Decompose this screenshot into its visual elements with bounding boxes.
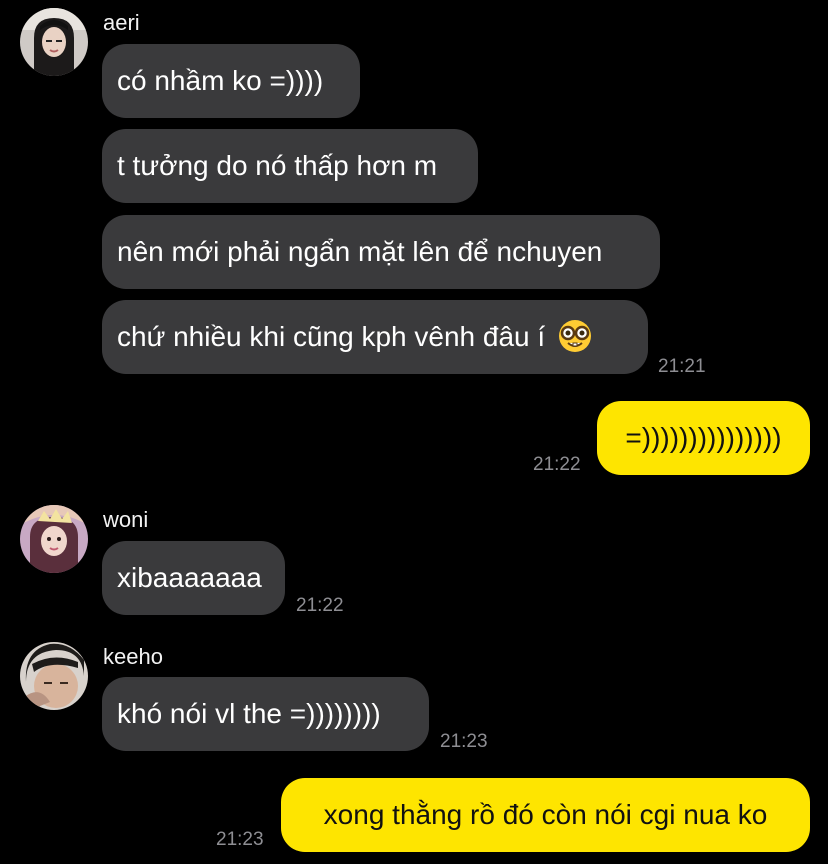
message-bubble[interactable]: xibaaaaaaa [102, 541, 285, 615]
message-text: =))))))))))))))) [625, 422, 782, 453]
outgoing-message-bubble[interactable]: xong thằng rồ đó còn nói cgi nua ko [281, 778, 810, 852]
sender-name-woni: woni [103, 507, 149, 532]
message-bubble[interactable]: nên mới phải ngẩn mặt lên để nchuyen [102, 215, 660, 289]
message-text: khó nói vl the =)))))))) [117, 698, 381, 729]
message-bubble[interactable]: t tưởng do nó thấp hơn m [102, 129, 478, 203]
sender-name-aeri: aeri [103, 10, 140, 35]
message-timestamp: 21:23 [440, 731, 488, 752]
message-timestamp: 21:22 [296, 595, 344, 616]
profile-photo-woni-icon [20, 505, 88, 573]
avatar-keeho[interactable] [20, 642, 88, 710]
message-text: xibaaaaaaa [117, 562, 262, 593]
outgoing-message-bubble[interactable]: =))))))))))))))) [597, 401, 810, 475]
sender-name-keeho: keeho [103, 644, 163, 669]
avatar-woni[interactable] [20, 505, 88, 573]
message-timestamp: 21:22 [533, 454, 581, 475]
message-timestamp: 21:23 [216, 829, 264, 850]
message-text: t tưởng do nó thấp hơn m [117, 150, 438, 181]
message-bubble[interactable]: chứ nhiều khi cũng kph vênh đâu í [102, 300, 648, 374]
profile-photo-keeho-icon [20, 642, 88, 710]
nerd-face-emoji-icon [558, 319, 591, 352]
message-text: có nhầm ko =)))) [117, 65, 324, 96]
message-bubble[interactable]: có nhầm ko =)))) [102, 44, 360, 118]
message-text: chứ nhiều khi cũng kph vênh đâu í [117, 321, 546, 352]
message-bubble[interactable]: khó nói vl the =)))))))) [102, 677, 429, 751]
message-text: xong thằng rồ đó còn nói cgi nua ko [323, 799, 768, 830]
avatar-aeri[interactable] [20, 8, 88, 76]
profile-photo-aeri-icon [20, 8, 88, 76]
message-timestamp: 21:21 [658, 356, 706, 377]
message-text: nên mới phải ngẩn mặt lên để nchuyen [117, 236, 603, 267]
